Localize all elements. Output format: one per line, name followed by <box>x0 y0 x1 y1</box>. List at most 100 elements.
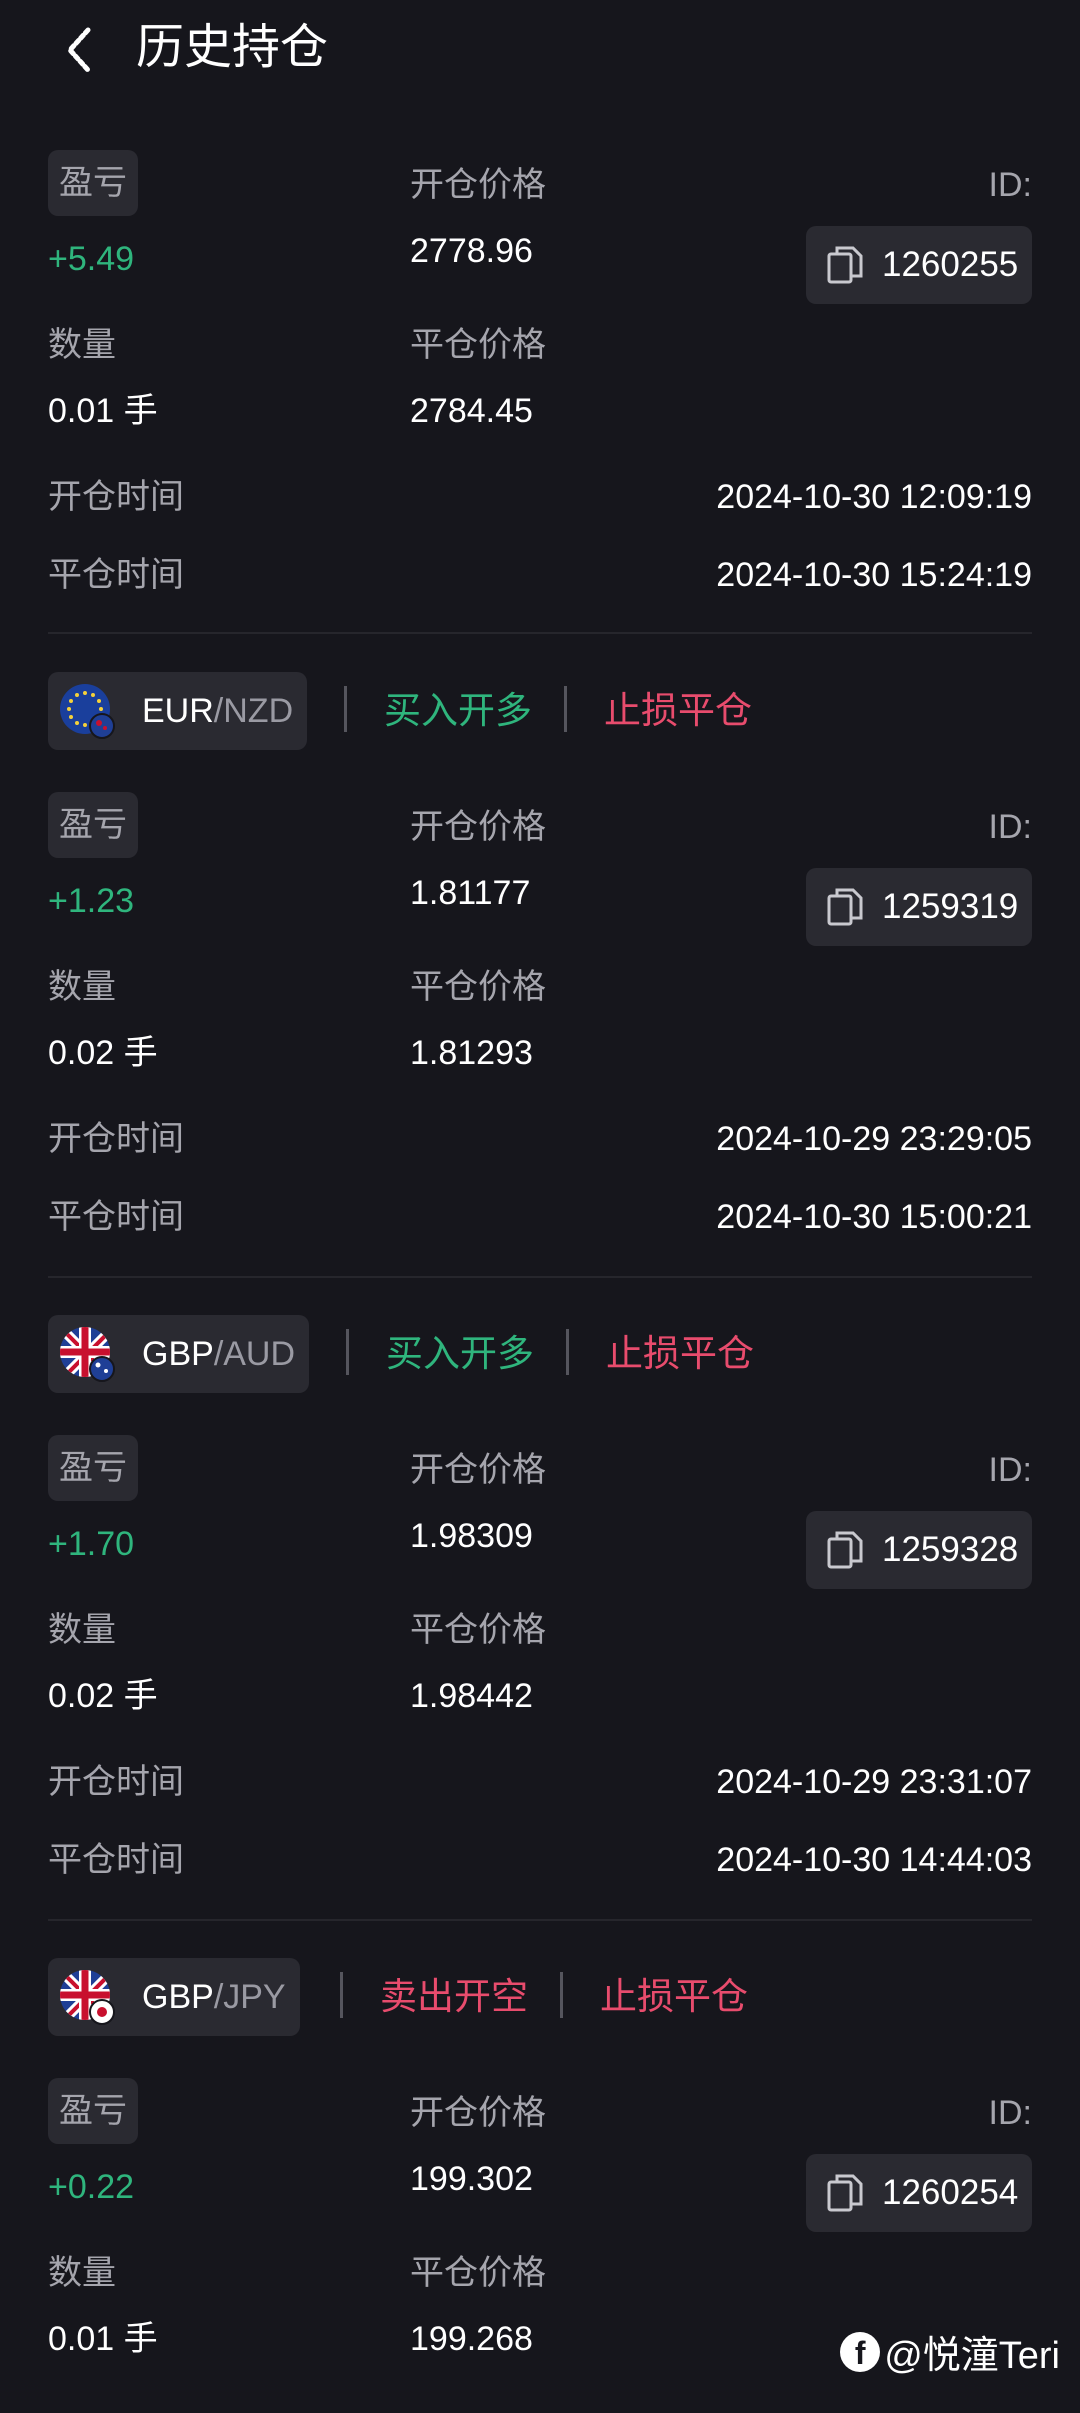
position-id: 1259319 <box>882 887 1019 926</box>
position-card[interactable]: 盈亏 +1.70 开仓价格 1.98309 ID: 1259328 数量 0.0… <box>48 1435 1032 1879</box>
direction-label: 卖出开空 <box>380 1976 528 2017</box>
direction-label: 买入开多 <box>384 690 532 731</box>
copy-icon <box>827 2174 863 2212</box>
qty-label: 数量 <box>48 1611 116 1649</box>
qty-label: 数量 <box>48 326 116 364</box>
chevron-left-icon <box>67 27 91 73</box>
open-price-label: 开仓价格 <box>410 166 546 204</box>
divider <box>48 632 1032 634</box>
close-type-label: 止损平仓 <box>606 1333 754 1374</box>
pl-badge: 盈亏 <box>48 2078 138 2144</box>
position-card[interactable]: 盈亏 +5.49 开仓价格 2778.96 ID: 1260255 数量 0.0… <box>48 150 1032 594</box>
close-time-value: 2024-10-30 14:44:03 <box>716 1841 1032 1879</box>
back-button[interactable] <box>58 22 108 78</box>
pair-base: GBP <box>142 1977 214 2016</box>
watermark: f @悦潼Teri <box>840 2324 1060 2379</box>
id-label: ID: <box>988 2094 1032 2132</box>
id-label: ID: <box>988 808 1032 846</box>
id-label: ID: <box>988 166 1032 204</box>
qty-value: 0.01 手 <box>48 2320 158 2358</box>
uk-flag-icon <box>60 1327 115 1382</box>
pair-row: GBP/AUD 买入开多 止损平仓 <box>48 1315 1048 1393</box>
close-type-label: 止损平仓 <box>600 1976 748 2017</box>
copy-icon <box>827 1531 863 1569</box>
pl-value: +0.22 <box>48 2168 135 2206</box>
pl-badge: 盈亏 <box>48 150 138 216</box>
qty-value: 0.02 手 <box>48 1034 158 1072</box>
copy-icon <box>827 246 863 284</box>
position-id: 1259328 <box>882 1530 1019 1569</box>
separator <box>346 1329 349 1375</box>
close-time-label: 平仓时间 <box>48 556 184 594</box>
close-time-value: 2024-10-30 15:00:21 <box>716 1198 1032 1236</box>
close-price-label: 平仓价格 <box>410 2254 546 2292</box>
open-price-value: 1.81177 <box>410 874 531 912</box>
open-time-value: 2024-10-29 23:31:07 <box>716 1763 1032 1801</box>
close-time-value: 2024-10-30 15:24:19 <box>716 556 1032 594</box>
close-price-value: 1.98442 <box>410 1677 533 1715</box>
open-price-label: 开仓价格 <box>410 808 546 846</box>
separator <box>344 686 347 732</box>
pair-base: EUR <box>142 691 214 730</box>
pair-quote: /AUD <box>213 1334 296 1373</box>
copy-icon <box>827 888 863 926</box>
pl-value: +1.70 <box>48 1525 135 1563</box>
separator <box>560 1972 563 2018</box>
position-card[interactable]: 盈亏 +1.23 开仓价格 1.81177 ID: 1259319 数量 0.0… <box>48 792 1032 1236</box>
close-price-label: 平仓价格 <box>410 326 546 364</box>
pl-value: +1.23 <box>48 882 135 920</box>
copy-id-button[interactable]: 1259328 <box>806 1511 1032 1589</box>
pair-quote: /NZD <box>213 691 294 730</box>
close-price-value: 199.268 <box>410 2320 533 2358</box>
separator <box>564 686 567 732</box>
open-price-label: 开仓价格 <box>410 2094 546 2132</box>
close-time-label: 平仓时间 <box>48 1198 184 1236</box>
divider <box>48 1276 1032 1278</box>
pair-quote: /JPY <box>213 1977 286 2016</box>
qty-label: 数量 <box>48 968 116 1006</box>
eu-flag-icon <box>60 684 115 739</box>
page-title: 历史持仓 <box>136 21 329 74</box>
qty-label: 数量 <box>48 2254 116 2292</box>
pair-chip[interactable]: GBP/AUD <box>48 1315 310 1393</box>
open-price-value: 199.302 <box>410 2160 533 2198</box>
divider <box>48 1919 1032 1921</box>
close-time-label: 平仓时间 <box>48 1841 184 1879</box>
close-type-label: 止损平仓 <box>604 690 752 731</box>
position-id: 1260254 <box>882 2173 1019 2212</box>
close-price-value: 1.81293 <box>410 1034 533 1072</box>
pl-value: +5.49 <box>48 240 135 278</box>
copy-id-button[interactable]: 1260254 <box>806 2154 1032 2232</box>
uk-flag-icon <box>60 1970 115 2025</box>
pair-row: EUR/NZD 买入开多 止损平仓 <box>48 672 1048 750</box>
copy-id-button[interactable]: 1259319 <box>806 868 1032 946</box>
open-price-value: 1.98309 <box>410 1517 533 1555</box>
position-id: 1260255 <box>882 245 1019 284</box>
close-price-value: 2784.45 <box>410 392 533 430</box>
pair-row: GBP/JPY 卖出开空 止损平仓 <box>48 1958 1048 2036</box>
open-price-value: 2778.96 <box>410 232 533 270</box>
header: 历史持仓 <box>0 0 1080 100</box>
open-time-label: 开仓时间 <box>48 1763 184 1801</box>
pair-chip[interactable]: GBP/JPY <box>48 1958 300 2036</box>
qty-value: 0.02 手 <box>48 1677 158 1715</box>
qty-value: 0.01 手 <box>48 392 158 430</box>
watermark-text: @悦潼Teri <box>884 2335 1060 2377</box>
facebook-icon: f <box>840 2331 881 2372</box>
pair-chip[interactable]: EUR/NZD <box>48 672 308 750</box>
open-time-label: 开仓时间 <box>48 1120 184 1158</box>
open-time-value: 2024-10-30 12:09:19 <box>716 478 1032 516</box>
id-label: ID: <box>988 1451 1032 1489</box>
pair-base: GBP <box>142 1334 214 1373</box>
pl-badge: 盈亏 <box>48 792 138 858</box>
open-time-value: 2024-10-29 23:29:05 <box>716 1120 1032 1158</box>
separator <box>340 1972 343 2018</box>
close-price-label: 平仓价格 <box>410 968 546 1006</box>
close-price-label: 平仓价格 <box>410 1611 546 1649</box>
copy-id-button[interactable]: 1260255 <box>806 226 1032 304</box>
pl-badge: 盈亏 <box>48 1435 138 1501</box>
open-price-label: 开仓价格 <box>410 1451 546 1489</box>
position-list: 历史持仓 盈亏 +5.49 开仓价格 2778.96 ID: 1260255 数… <box>0 0 1080 2413</box>
separator <box>566 1329 569 1375</box>
direction-label: 买入开多 <box>386 1333 534 1374</box>
